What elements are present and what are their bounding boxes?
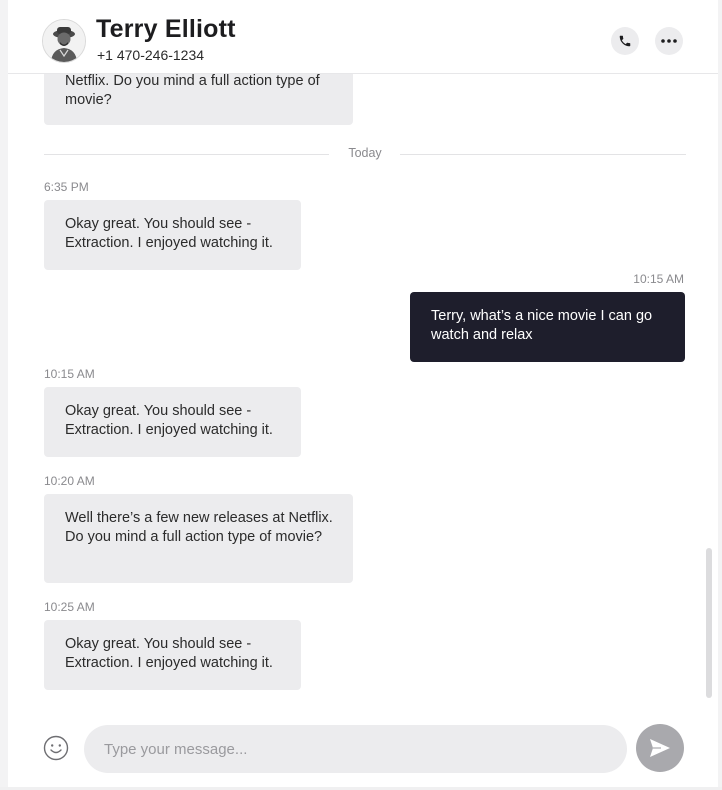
window-right-edge [718, 0, 722, 790]
message-bubble-incoming: Well there’s a few new releases at Netfl… [44, 494, 353, 583]
more-horizontal-icon [661, 39, 677, 43]
message-timestamp: 10:15 AM [633, 272, 684, 286]
contact-phone: +1 470-246-1234 [97, 47, 205, 63]
day-separator-label: Today [348, 146, 382, 160]
message-list[interactable]: Netflix. Do you mind a full action type … [8, 74, 708, 700]
chat-header: Terry Elliott +1 470-246-1234 [8, 0, 718, 74]
smiley-icon [43, 735, 69, 761]
contact-avatar[interactable] [42, 19, 86, 63]
message-text: Terry, what’s a nice movie I can go watc… [431, 308, 653, 343]
message-bubble-incoming: Okay great. You should see - Extraction.… [44, 620, 301, 690]
call-button[interactable] [611, 27, 639, 55]
divider-line [400, 154, 686, 155]
message-timestamp: 10:15 AM [44, 367, 95, 381]
window-left-edge [0, 0, 8, 790]
message-bubble-outgoing: Terry, what’s a nice movie I can go watc… [410, 292, 685, 362]
more-options-button[interactable] [655, 27, 683, 55]
message-list-scrollbar[interactable] [706, 548, 712, 698]
contact-name: Terry Elliott [96, 15, 236, 43]
message-bubble-incoming: Okay great. You should see - Extraction.… [44, 387, 301, 457]
message-text: Okay great. You should see - Extraction.… [65, 636, 273, 671]
message-timestamp: 10:20 AM [44, 474, 95, 488]
user-avatar-icon [43, 20, 85, 62]
send-button[interactable] [636, 724, 684, 772]
message-text: Netflix. Do you mind a full action type … [65, 74, 320, 108]
message-composer [8, 712, 718, 787]
message-timestamp: 10:25 AM [44, 600, 95, 614]
message-text: Okay great. You should see - Extraction.… [65, 216, 273, 251]
emoji-button[interactable] [43, 735, 69, 761]
message-text: Well there’s a few new releases at Netfl… [65, 510, 333, 545]
phone-icon [619, 35, 631, 47]
message-bubble-incoming: Okay great. You should see - Extraction.… [44, 200, 301, 270]
message-bubble-incoming: Netflix. Do you mind a full action type … [44, 74, 353, 125]
day-separator: Today [44, 146, 686, 160]
send-icon [650, 739, 670, 757]
divider-line [44, 154, 329, 155]
message-text: Okay great. You should see - Extraction.… [65, 403, 273, 438]
message-input[interactable] [84, 725, 627, 773]
message-timestamp: 6:35 PM [44, 180, 89, 194]
